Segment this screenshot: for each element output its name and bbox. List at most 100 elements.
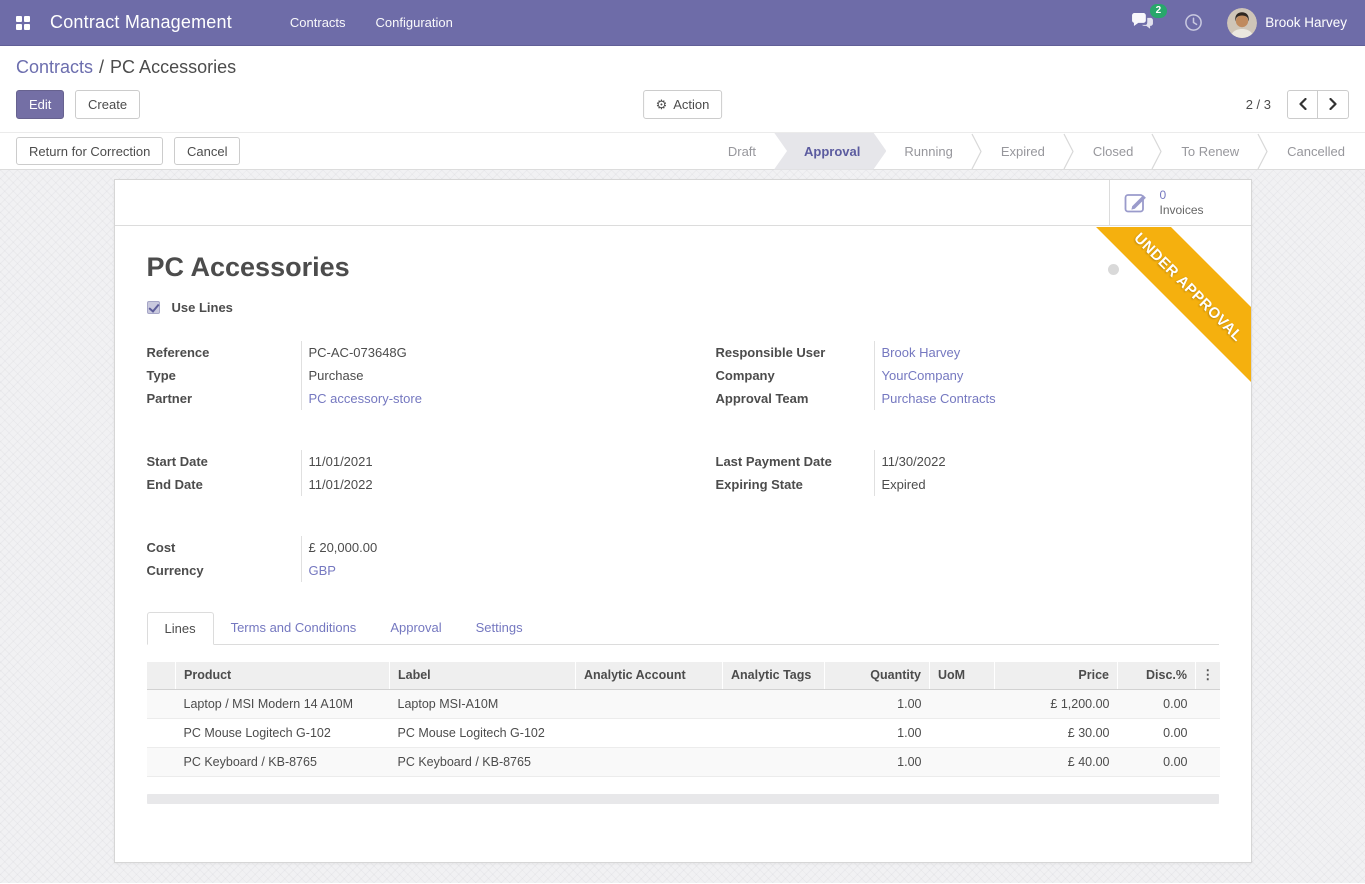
menu-configuration[interactable]: Configuration — [376, 15, 453, 30]
quantity-cell[interactable]: 1.00 — [825, 718, 930, 747]
analytic-account-cell[interactable] — [576, 747, 723, 776]
user-avatar — [1227, 8, 1257, 38]
field-label: Expiring State — [716, 473, 874, 496]
analytic-account-cell[interactable] — [576, 718, 723, 747]
table-row[interactable]: PC Keyboard / KB-8765 PC Keyboard / KB-8… — [147, 747, 1220, 776]
column-header-label[interactable]: Label — [390, 662, 576, 689]
status-step-approval[interactable]: Approval — [774, 133, 886, 170]
disc-cell[interactable]: 0.00 — [1118, 718, 1196, 747]
row-handle-cell[interactable] — [147, 689, 176, 718]
column-header-uom[interactable]: UoM — [930, 662, 995, 689]
quantity-cell[interactable]: 1.00 — [825, 689, 930, 718]
column-header-product[interactable]: Product — [176, 662, 390, 689]
column-header-quantity[interactable]: Quantity — [825, 662, 930, 689]
field-end-date: End Date 11/01/2022 — [147, 473, 650, 496]
column-header-disc[interactable]: Disc.% — [1118, 662, 1196, 689]
field-partner: Partner PC accessory-store — [147, 387, 650, 410]
field-type: Type Purchase — [147, 364, 650, 387]
label-cell[interactable]: Laptop MSI-A10M — [390, 689, 576, 718]
product-cell[interactable]: Laptop / MSI Modern 14 A10M — [176, 689, 390, 718]
uom-cell[interactable] — [930, 689, 995, 718]
partner-link[interactable]: PC accessory-store — [301, 387, 650, 410]
type-value: Purchase — [301, 364, 650, 387]
status-step-draft[interactable]: Draft — [710, 133, 774, 170]
price-cell[interactable]: £ 40.00 — [995, 747, 1118, 776]
product-cell[interactable]: PC Keyboard / KB-8765 — [176, 747, 390, 776]
approval-team-link[interactable]: Purchase Contracts — [874, 387, 1219, 410]
tab-lines[interactable]: Lines — [147, 612, 214, 645]
price-cell[interactable]: £ 30.00 — [995, 718, 1118, 747]
gear-icon: ⚙ — [656, 98, 668, 111]
analytic-account-cell[interactable] — [576, 689, 723, 718]
activities-button[interactable] — [1184, 13, 1203, 32]
analytic-tags-cell[interactable] — [723, 689, 825, 718]
messages-count-badge: 2 — [1150, 4, 1168, 18]
table-row[interactable]: PC Mouse Logitech G-102 PC Mouse Logitec… — [147, 718, 1220, 747]
apps-grid-icon — [16, 16, 30, 30]
messages-button[interactable]: 2 — [1131, 12, 1154, 34]
status-step-closed[interactable]: Closed — [1075, 133, 1151, 170]
field-label: Start Date — [147, 450, 301, 473]
app-brand-title[interactable]: Contract Management — [50, 12, 232, 33]
optional-columns-toggle[interactable]: ⋮ — [1196, 662, 1220, 689]
table-row[interactable]: Laptop / MSI Modern 14 A10M Laptop MSI-A… — [147, 689, 1220, 718]
disc-cell[interactable]: 0.00 — [1118, 747, 1196, 776]
pager-previous-button[interactable] — [1287, 90, 1318, 119]
field-start-date: Start Date 11/01/2021 — [147, 450, 650, 473]
invoices-stat-button[interactable]: 0 Invoices — [1109, 180, 1251, 225]
create-button[interactable]: Create — [75, 90, 140, 119]
status-step-expired[interactable]: Expired — [983, 133, 1063, 170]
column-header-analytic-tags[interactable]: Analytic Tags — [723, 662, 825, 689]
user-menu[interactable]: Brook Harvey — [1227, 8, 1347, 38]
field-label: Reference — [147, 341, 301, 364]
notebook-tabs: Lines Terms and Conditions Approval Sett… — [147, 612, 1219, 645]
control-panel: Contracts/PC Accessories Edit Create ⚙ A… — [0, 46, 1365, 132]
uom-cell[interactable] — [930, 718, 995, 747]
clock-icon — [1184, 13, 1203, 32]
return-for-correction-button[interactable]: Return for Correction — [16, 137, 163, 165]
breadcrumb-parent-link[interactable]: Contracts — [16, 57, 93, 77]
action-button[interactable]: ⚙ Action — [643, 90, 723, 119]
handle-column-header — [147, 662, 176, 689]
last-payment-date-value: 11/30/2022 — [874, 450, 1219, 473]
field-company: Company YourCompany — [716, 364, 1219, 387]
analytic-tags-cell[interactable] — [723, 718, 825, 747]
column-header-analytic-account[interactable]: Analytic Account — [576, 662, 723, 689]
menu-contracts[interactable]: Contracts — [290, 15, 346, 30]
invoices-count: 0 — [1160, 188, 1204, 203]
table-horizontal-scrollbar[interactable] — [147, 794, 1219, 804]
quantity-cell[interactable]: 1.00 — [825, 747, 930, 776]
use-lines-checkbox[interactable] — [147, 301, 160, 314]
cost-value: £ 20,000.00 — [301, 536, 650, 559]
button-box: 0 Invoices — [115, 180, 1251, 226]
dots-vertical-icon: ⋮ — [1201, 667, 1214, 682]
status-step-running[interactable]: Running — [886, 133, 970, 170]
tab-terms-and-conditions[interactable]: Terms and Conditions — [214, 612, 374, 645]
form-sheet: 0 Invoices UNDER APPROVAL PC Accessories… — [114, 179, 1252, 863]
row-handle-cell[interactable] — [147, 747, 176, 776]
field-label: End Date — [147, 473, 301, 496]
pager-next-button[interactable] — [1318, 90, 1349, 119]
disc-cell[interactable]: 0.00 — [1118, 689, 1196, 718]
breadcrumb-separator: / — [99, 57, 104, 77]
row-handle-cell[interactable] — [147, 718, 176, 747]
edit-button[interactable]: Edit — [16, 90, 64, 119]
product-cell[interactable]: PC Mouse Logitech G-102 — [176, 718, 390, 747]
apps-menu-button[interactable] — [6, 6, 40, 40]
label-cell[interactable]: PC Keyboard / KB-8765 — [390, 747, 576, 776]
cancel-button[interactable]: Cancel — [174, 137, 240, 165]
status-step-cancelled[interactable]: Cancelled — [1269, 133, 1363, 170]
tab-settings[interactable]: Settings — [459, 612, 540, 645]
uom-cell[interactable] — [930, 747, 995, 776]
company-link[interactable]: YourCompany — [874, 364, 1219, 387]
currency-link[interactable]: GBP — [301, 559, 650, 582]
column-header-price[interactable]: Price — [995, 662, 1118, 689]
step-separator-icon — [1151, 133, 1163, 170]
status-step-to-renew[interactable]: To Renew — [1163, 133, 1257, 170]
label-cell[interactable]: PC Mouse Logitech G-102 — [390, 718, 576, 747]
responsible-user-link[interactable]: Brook Harvey — [874, 341, 1219, 364]
tab-approval[interactable]: Approval — [373, 612, 458, 645]
analytic-tags-cell[interactable] — [723, 747, 825, 776]
price-cell[interactable]: £ 1,200.00 — [995, 689, 1118, 718]
reference-value: PC-AC-073648G — [301, 341, 650, 364]
